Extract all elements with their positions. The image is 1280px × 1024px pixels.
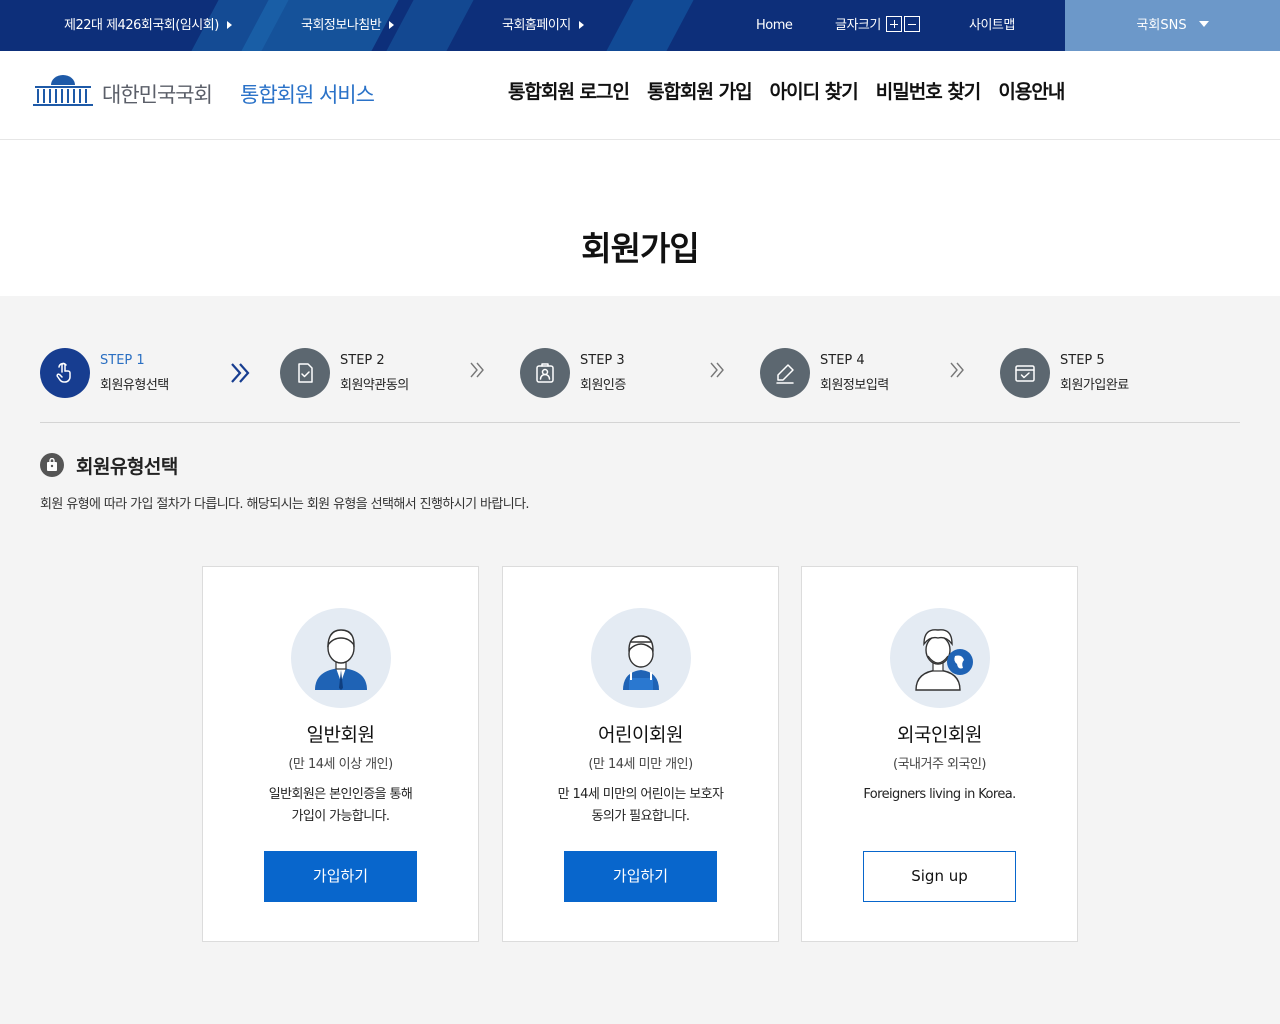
step-label: 회원인증 [580, 378, 626, 393]
chevron-double-right-icon [950, 362, 964, 378]
child-avatar-icon [591, 608, 691, 708]
chevron-double-right-icon [470, 362, 484, 378]
card-child-member: 어린이회원 (만 14세 미만 개인) 만 14세 미만의 어린이는 보호자 동… [502, 566, 779, 942]
section-description: 회원 유형에 따라 가입 절차가 다릅니다. 해당되시는 회원 유형을 선택해서… [40, 497, 530, 512]
session-link[interactable]: 제22대 제426회국회(임시회) [64, 0, 232, 51]
lock-badge-icon [40, 453, 64, 477]
nav-join[interactable]: 통합회원 가입 [647, 81, 752, 103]
section-title: 회원유형선택 [76, 456, 178, 478]
site-header: 대한민국국회 통합회원 서비스 통합회원 로그인 통합회원 가입 아이디 찾기 … [0, 51, 1280, 140]
step-label: 회원유형선택 [100, 378, 169, 393]
card-general-member: 일반회원 (만 14세 이상 개인) 일반회원은 본인인증을 통해 가입이 가능… [202, 566, 479, 942]
sns-label: 국회SNS [1136, 18, 1187, 33]
assembly-homepage-link[interactable]: 국회홈페이지 [502, 0, 584, 51]
brand-name[interactable]: 대한민국국회 [102, 79, 213, 109]
session-link-label: 제22대 제426회국회(임시회) [64, 18, 219, 33]
step-number: STEP 1 [100, 353, 145, 368]
title-area: 회원가입 [0, 140, 1280, 296]
decor-band [606, 0, 694, 51]
hand-pointer-icon [40, 348, 90, 398]
step-label: 회원정보입력 [820, 378, 889, 393]
join-child-button[interactable]: 가입하기 [564, 851, 717, 902]
card-description: 만 14세 미만의 어린이는 보호자 동의가 필요합니다. [503, 784, 778, 828]
step-label: 회원약관동의 [340, 378, 409, 393]
sitemap-link[interactable]: 사이트맵 [969, 0, 1015, 51]
font-decrease-icon[interactable] [904, 16, 921, 32]
card-description: Foreigners living in Korea. [802, 784, 1077, 806]
page-title: 회원가입 [581, 229, 699, 268]
font-size-control: 글자크기 [835, 0, 921, 51]
card-subtitle: (만 14세 미만 개인) [588, 757, 693, 772]
step-number: STEP 4 [820, 353, 865, 368]
card-description-line: 가입이 가능합니다. [291, 809, 391, 824]
nav-find-id[interactable]: 아이디 찾기 [770, 81, 859, 103]
info-compass-link[interactable]: 국회정보나침반 [301, 0, 395, 51]
caret-right-icon [389, 21, 395, 29]
step-number: STEP 5 [1060, 353, 1105, 368]
main-nav: 통합회원 로그인 통합회원 가입 아이디 찾기 비밀번호 찾기 이용안내 [508, 77, 1077, 104]
nav-guide[interactable]: 이용안내 [998, 81, 1065, 103]
decor-band [386, 0, 474, 51]
chevron-double-right-icon [231, 363, 250, 383]
font-increase-icon[interactable] [886, 16, 903, 32]
home-link[interactable]: Home [756, 0, 793, 51]
step-label: 회원가입완료 [1060, 378, 1129, 393]
join-general-button[interactable]: 가입하기 [264, 851, 417, 902]
caret-down-icon [1198, 21, 1209, 27]
card-foreigner-member: 외국인회원 (국내거주 외국인) Foreigners living in Ko… [801, 566, 1078, 942]
card-subtitle: (국내거주 외국인) [893, 757, 987, 772]
foreigner-avatar-icon [890, 608, 990, 708]
pencil-icon [760, 348, 810, 398]
join-foreigner-button[interactable]: Sign up [863, 851, 1016, 902]
document-check-icon [280, 348, 330, 398]
top-utility-bar: 제22대 제426회국회(임시회) 국회정보나침반 국회홈페이지 Home 글자… [0, 0, 1280, 51]
card-title: 어린이회원 [598, 724, 683, 746]
step-number: STEP 3 [580, 353, 625, 368]
card-title: 외국인회원 [897, 724, 982, 746]
chevron-double-right-icon [710, 362, 724, 378]
step-number: STEP 2 [340, 353, 385, 368]
nav-login[interactable]: 통합회원 로그인 [508, 81, 630, 103]
assembly-logo-icon [33, 75, 93, 106]
info-compass-label: 국회정보나침반 [301, 18, 382, 33]
card-description-line: Foreigners living in Korea. [863, 787, 1016, 802]
id-badge-icon [520, 348, 570, 398]
card-title: 일반회원 [306, 724, 375, 746]
caret-right-icon [578, 21, 584, 29]
card-description-line: 일반회원은 본인인증을 통해 [268, 787, 413, 802]
card-description-line: 동의가 필요합니다. [591, 809, 691, 824]
adult-avatar-icon [291, 608, 391, 708]
nav-find-password[interactable]: 비밀번호 찾기 [876, 81, 981, 103]
card-description-line: 만 14세 미만의 어린이는 보호자 [557, 787, 724, 802]
complete-check-icon [1000, 348, 1050, 398]
service-name[interactable]: 통합회원 서비스 [240, 79, 375, 109]
steps-divider [40, 422, 1240, 423]
font-size-label: 글자크기 [835, 18, 881, 33]
sns-dropdown[interactable]: 국회SNS [1065, 0, 1280, 51]
card-description: 일반회원은 본인인증을 통해 가입이 가능합니다. [203, 784, 478, 828]
assembly-homepage-label: 국회홈페이지 [502, 18, 571, 33]
card-subtitle: (만 14세 이상 개인) [288, 757, 393, 772]
caret-right-icon [226, 21, 232, 29]
